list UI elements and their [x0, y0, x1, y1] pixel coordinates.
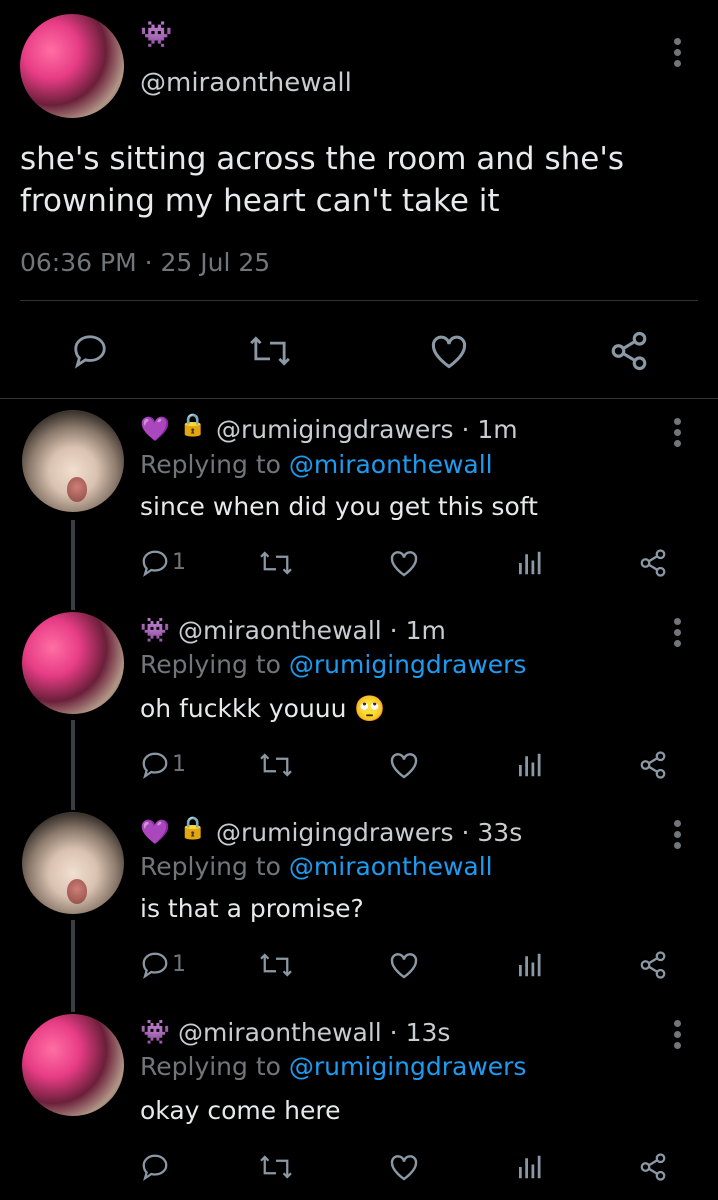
reply-count: 1	[172, 550, 186, 575]
thread-line	[71, 920, 75, 1012]
reply-text: since when did you get this soft	[140, 492, 538, 521]
reply-icon[interactable]	[140, 1152, 170, 1182]
avatar[interactable]	[22, 612, 124, 714]
divider	[0, 398, 718, 399]
share-icon[interactable]	[638, 750, 668, 780]
more-options-icon[interactable]	[670, 418, 684, 451]
reply-icon[interactable]	[140, 548, 170, 578]
replying-to: Replying to @miraonthewall	[140, 450, 493, 479]
like-icon[interactable]	[428, 332, 470, 370]
mention-link[interactable]: @miraonthewall	[289, 450, 493, 479]
mention-link[interactable]: @rumigingdrawers	[289, 1052, 527, 1081]
more-options-icon[interactable]	[670, 618, 684, 651]
retweet-icon[interactable]	[258, 950, 294, 980]
like-icon[interactable]	[388, 750, 420, 780]
avatar[interactable]	[22, 1014, 124, 1116]
more-options-icon[interactable]	[670, 820, 684, 853]
replying-to: Replying to @miraonthewall	[140, 852, 493, 881]
replying-to: Replying to @rumigingdrawers	[140, 650, 527, 679]
reply-icon[interactable]	[140, 950, 170, 980]
badge-heart-emoji: 💜	[140, 818, 170, 846]
retweet-icon[interactable]	[248, 332, 292, 370]
reply-text: oh fuckkk youuu 🙄	[140, 694, 386, 723]
like-icon[interactable]	[388, 548, 420, 578]
share-icon[interactable]	[608, 330, 650, 372]
alien-emoji: 👾	[140, 1018, 170, 1046]
more-options-icon[interactable]	[670, 38, 684, 71]
reply-handle[interactable]: @rumigingdrawers · 1m	[216, 415, 518, 444]
divider	[20, 300, 698, 301]
avatar[interactable]	[22, 410, 124, 512]
tweet-timestamp: 06:36 PM · 25 Jul 25	[20, 248, 271, 277]
reply-handle[interactable]: @miraonthewall · 1m	[178, 616, 446, 645]
mention-link[interactable]: @miraonthewall	[289, 852, 493, 881]
retweet-icon[interactable]	[258, 750, 294, 780]
like-icon[interactable]	[388, 1152, 420, 1182]
reply-handle[interactable]: @rumigingdrawers · 33s	[216, 818, 522, 847]
lock-emoji: 🔒	[179, 413, 207, 438]
reply-text: okay come here	[140, 1096, 341, 1125]
reply-icon[interactable]	[70, 332, 110, 370]
replying-to: Replying to @rumigingdrawers	[140, 1052, 527, 1081]
share-icon[interactable]	[638, 1152, 668, 1182]
reply-count: 1	[172, 752, 186, 777]
display-name-emoji: 👾	[140, 20, 173, 50]
badge-heart-emoji: 💜	[140, 415, 170, 443]
tweet-text: she's sitting across the room and she's …	[20, 141, 624, 219]
analytics-icon[interactable]	[514, 950, 544, 980]
reply-count: 1	[172, 952, 186, 977]
more-options-icon[interactable]	[670, 1020, 684, 1053]
share-icon[interactable]	[638, 950, 668, 980]
reply-icon[interactable]	[140, 750, 170, 780]
avatar[interactable]	[22, 812, 124, 914]
alien-emoji: 👾	[140, 616, 170, 644]
reply-text: is that a promise?	[140, 894, 364, 923]
share-icon[interactable]	[638, 548, 668, 578]
lock-emoji: 🔒	[179, 816, 207, 841]
retweet-icon[interactable]	[258, 1152, 294, 1182]
analytics-icon[interactable]	[514, 548, 544, 578]
author-handle[interactable]: @miraonthewall	[140, 68, 352, 98]
thread-line	[71, 520, 75, 610]
avatar[interactable]	[20, 14, 124, 118]
analytics-icon[interactable]	[514, 750, 544, 780]
retweet-icon[interactable]	[258, 548, 294, 578]
like-icon[interactable]	[388, 950, 420, 980]
thread-line	[71, 720, 75, 810]
reply-handle[interactable]: @miraonthewall · 13s	[178, 1018, 450, 1047]
analytics-icon[interactable]	[514, 1152, 544, 1182]
mention-link[interactable]: @rumigingdrawers	[289, 650, 527, 679]
